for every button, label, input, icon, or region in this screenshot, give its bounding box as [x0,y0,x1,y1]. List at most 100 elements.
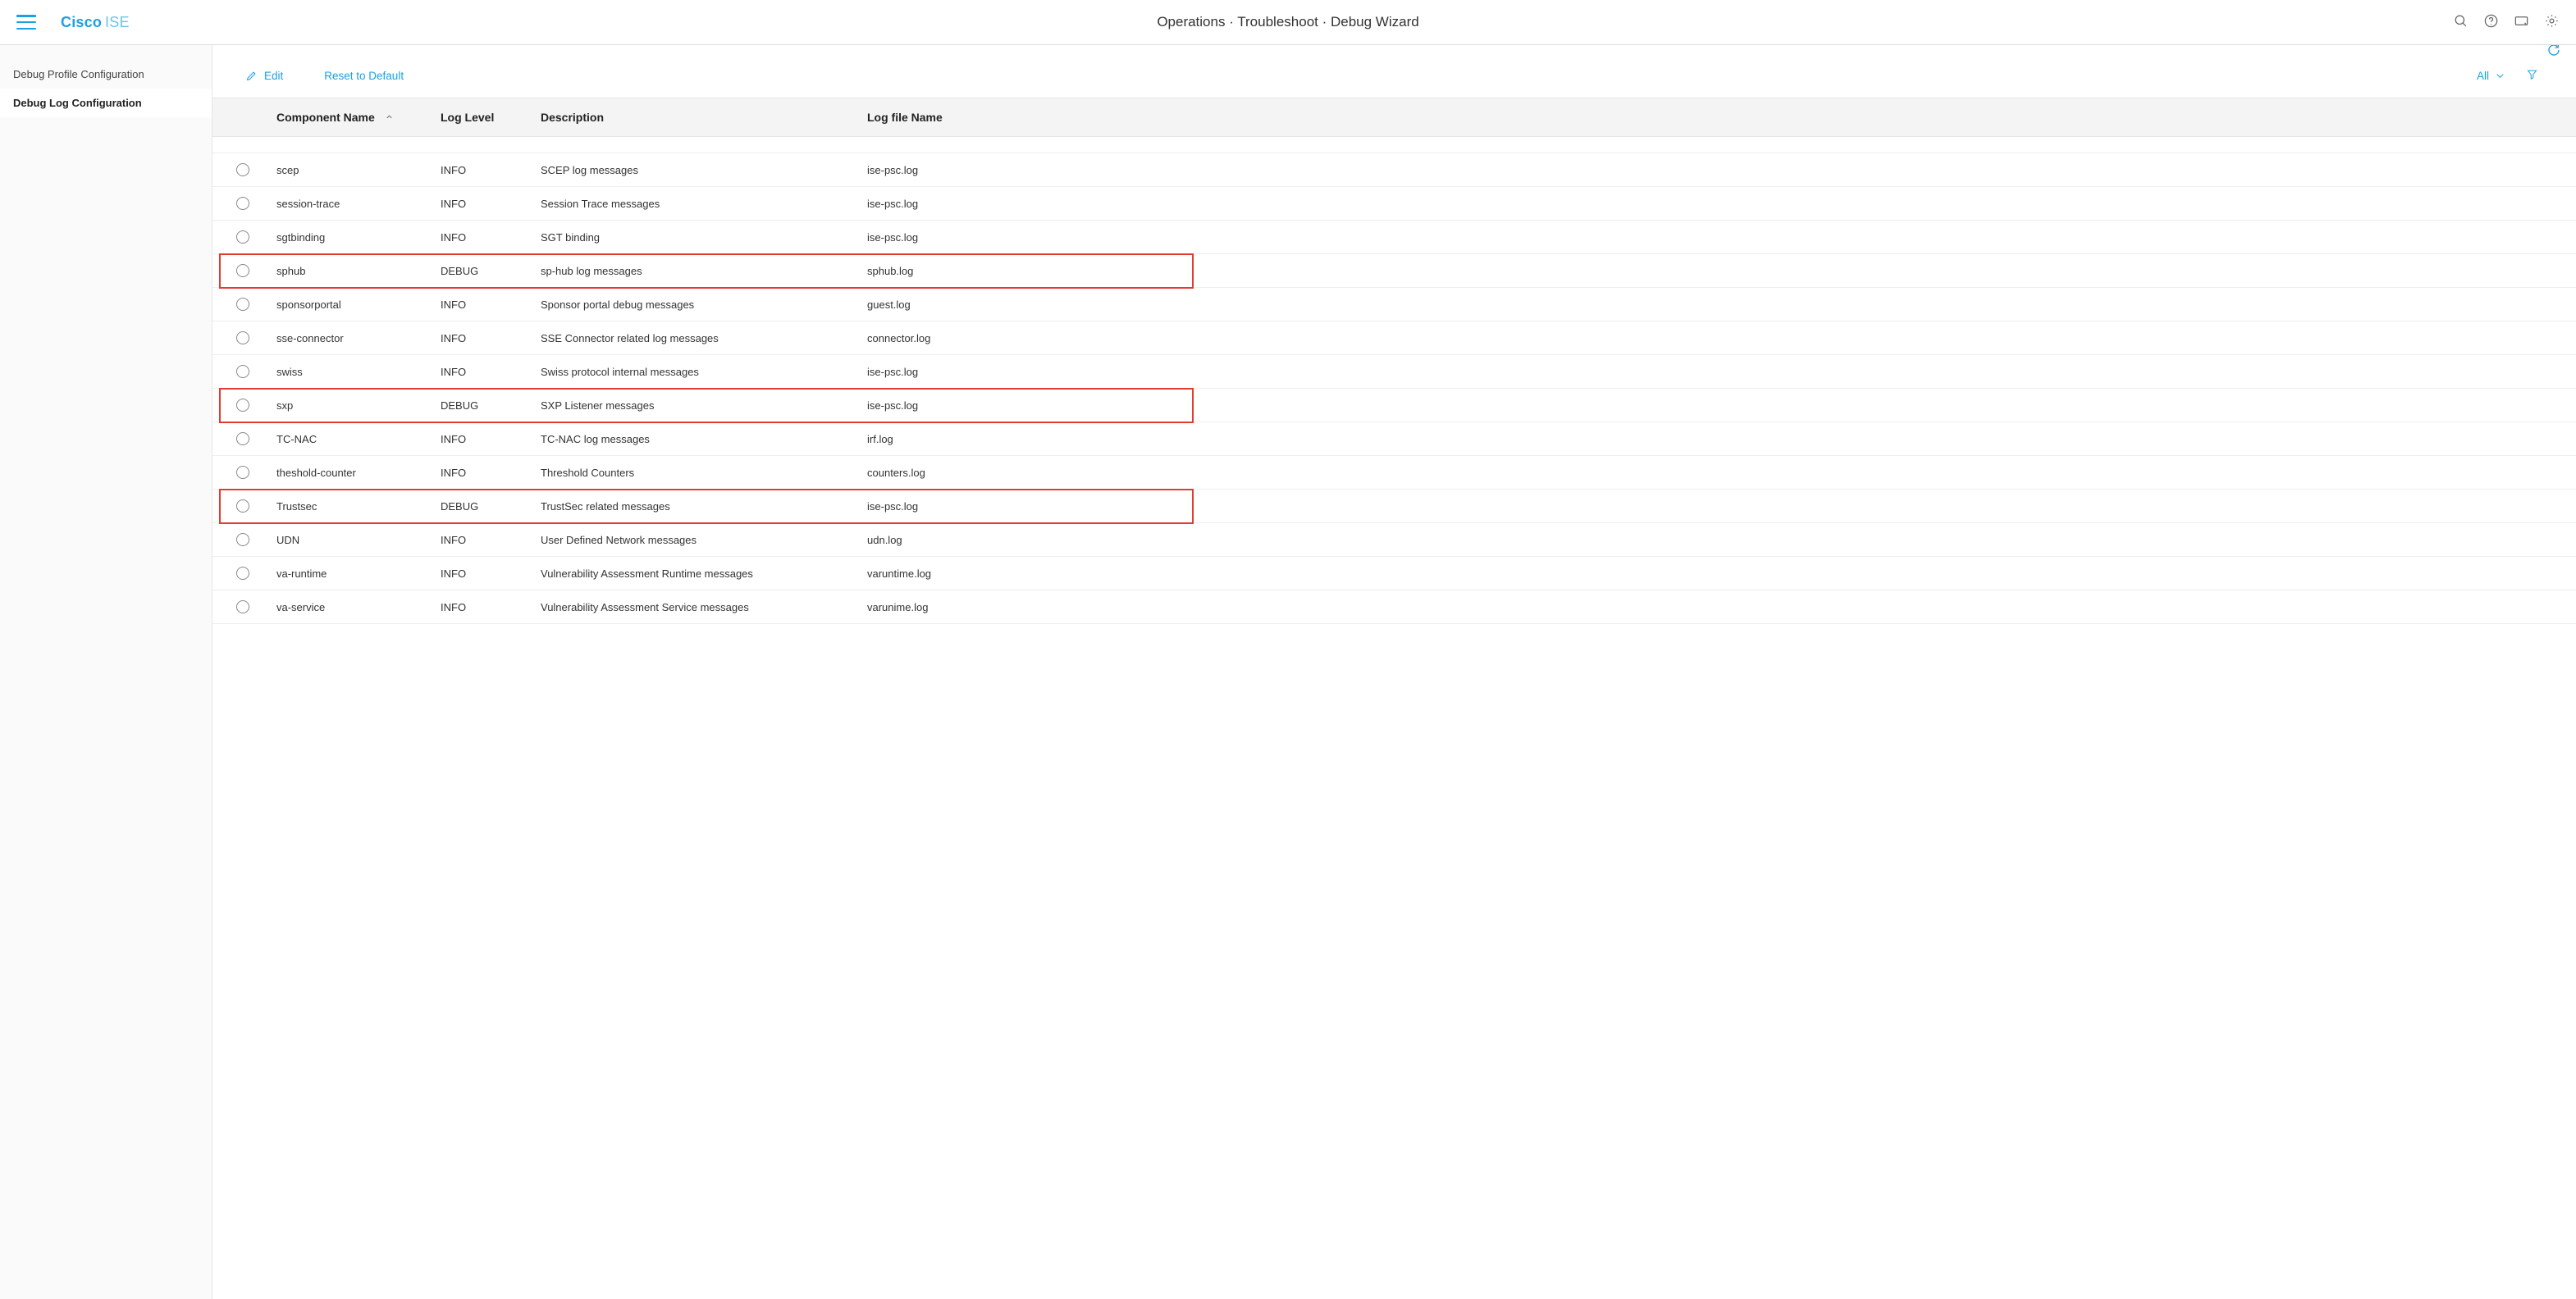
reset-default-button[interactable]: Reset to Default [324,70,404,82]
cell-logfile: udn.log [864,534,1151,546]
breadcrumb: Operations · Troubleshoot · Debug Wizard [1157,14,1418,30]
table-row[interactable]: va-serviceINFOVulnerability Assessment S… [212,590,2576,624]
col-logfile[interactable]: Log file Name [864,111,1151,124]
cell-component: swiss [273,366,437,378]
row-radio[interactable] [236,264,249,277]
row-radio[interactable] [236,533,249,546]
col-component[interactable]: Component Name [273,111,437,124]
cell-description: SSE Connector related log messages [537,332,864,344]
table-row[interactable]: swissINFOSwiss protocol internal message… [212,355,2576,389]
row-radio[interactable] [236,399,249,412]
cell-logfile: ise-psc.log [864,366,1151,378]
cell-component: theshold-counter [273,467,437,479]
cell-logfile: ise-psc.log [864,198,1151,210]
help-icon[interactable] [2483,13,2499,31]
cell-component: sgtbinding [273,231,437,244]
cell-component: sse-connector [273,332,437,344]
table-row[interactable]: sse-connectorINFOSSE Connector related l… [212,321,2576,355]
cell-level: INFO [437,366,537,378]
row-radio[interactable] [236,197,249,210]
row-radio[interactable] [236,298,249,311]
cell-component: session-trace [273,198,437,210]
cell-description: sp-hub log messages [537,265,864,277]
cell-logfile: counters.log [864,467,1151,479]
product-name: Cisco [61,14,102,30]
cell-description: User Defined Network messages [537,534,864,546]
cell-description: Vulnerability Assessment Runtime message… [537,567,864,580]
table-row[interactable]: UDNINFOUser Defined Network messagesudn.… [212,523,2576,557]
menu-icon[interactable] [16,15,36,30]
tools-icon[interactable] [2514,13,2529,31]
row-radio[interactable] [236,432,249,445]
cell-component: sxp [273,399,437,412]
search-icon[interactable] [2453,13,2469,31]
col-level[interactable]: Log Level [437,111,537,124]
pencil-icon [245,70,258,82]
table-row[interactable]: sxpDEBUGSXP Listener messagesise-psc.log [212,389,2576,422]
toolbar: Edit Reset to Default All [212,53,2576,98]
cell-description: SCEP log messages [537,164,864,176]
cell-component: TC-NAC [273,433,437,445]
table-row[interactable]: samlINFOSAML messagesise-psc.log [212,137,2576,153]
cell-component: Trustsec [273,500,437,513]
cell-logfile: ise-psc.log [864,231,1151,244]
filter-icon[interactable] [2526,68,2538,83]
scope-label: All [2477,70,2489,82]
cell-logfile: sphub.log [864,265,1151,277]
cell-level: INFO [437,164,537,176]
table-row[interactable]: theshold-counterINFOThreshold Countersco… [212,456,2576,490]
cell-component: va-runtime [273,567,437,580]
table-row[interactable]: va-runtimeINFOVulnerability Assessment R… [212,557,2576,590]
edit-button[interactable]: Edit [245,70,283,82]
cell-component: UDN [273,534,437,546]
table-row[interactable]: scepINFOSCEP log messagesise-psc.log [212,153,2576,187]
cell-description: Session Trace messages [537,198,864,210]
cell-description: SXP Listener messages [537,399,864,412]
main-panel: Edit Reset to Default All Component Name [212,45,2576,1299]
cell-level: INFO [437,567,537,580]
cell-logfile: connector.log [864,332,1151,344]
table-row[interactable]: sgtbindingINFOSGT bindingise-psc.log [212,221,2576,254]
gear-icon[interactable] [2544,13,2560,31]
sort-asc-icon [385,111,394,124]
row-radio[interactable] [236,163,249,176]
top-bar: CiscoISE Operations · Troubleshoot · Deb… [0,0,2576,45]
cell-level: INFO [437,467,537,479]
row-radio[interactable] [236,466,249,479]
row-radio[interactable] [236,600,249,613]
cell-level: INFO [437,299,537,311]
cell-logfile: guest.log [864,299,1151,311]
table-row[interactable]: sphubDEBUGsp-hub log messagessphub.log [212,254,2576,288]
cell-level: DEBUG [437,500,537,513]
cell-description: Sponsor portal debug messages [537,299,864,311]
table-header: Component Name Log Level Description Log… [212,98,2576,137]
table-row[interactable]: TC-NACINFOTC-NAC log messagesirf.log [212,422,2576,456]
cell-logfile: irf.log [864,433,1151,445]
scope-dropdown[interactable]: All [2477,70,2506,82]
row-radio[interactable] [236,365,249,378]
cell-description: Vulnerability Assessment Service message… [537,601,864,613]
row-radio[interactable] [236,499,249,513]
cell-component: scep [273,164,437,176]
cell-level: INFO [437,231,537,244]
reset-label: Reset to Default [324,70,404,82]
col-description[interactable]: Description [537,111,864,124]
row-radio[interactable] [236,567,249,580]
top-icons [2453,13,2560,31]
chevron-down-icon [2494,70,2506,82]
sidebar-item-debug-log[interactable]: Debug Log Configuration [0,89,212,117]
row-radio[interactable] [236,331,249,344]
cell-logfile: ise-psc.log [864,399,1151,412]
sidebar-item-debug-profile[interactable]: Debug Profile Configuration [0,60,212,89]
cell-level: INFO [437,332,537,344]
cell-description: SGT binding [537,231,864,244]
cell-level: INFO [437,433,537,445]
table-row[interactable]: sponsorportalINFOSponsor portal debug me… [212,288,2576,321]
row-radio[interactable] [236,230,249,244]
table-row[interactable]: TrustsecDEBUGTrustSec related messagesis… [212,490,2576,523]
cell-description: TC-NAC log messages [537,433,864,445]
cell-level: DEBUG [437,399,537,412]
cell-logfile: ise-psc.log [864,500,1151,513]
cell-component: sphub [273,265,437,277]
table-row[interactable]: session-traceINFOSession Trace messagesi… [212,187,2576,221]
